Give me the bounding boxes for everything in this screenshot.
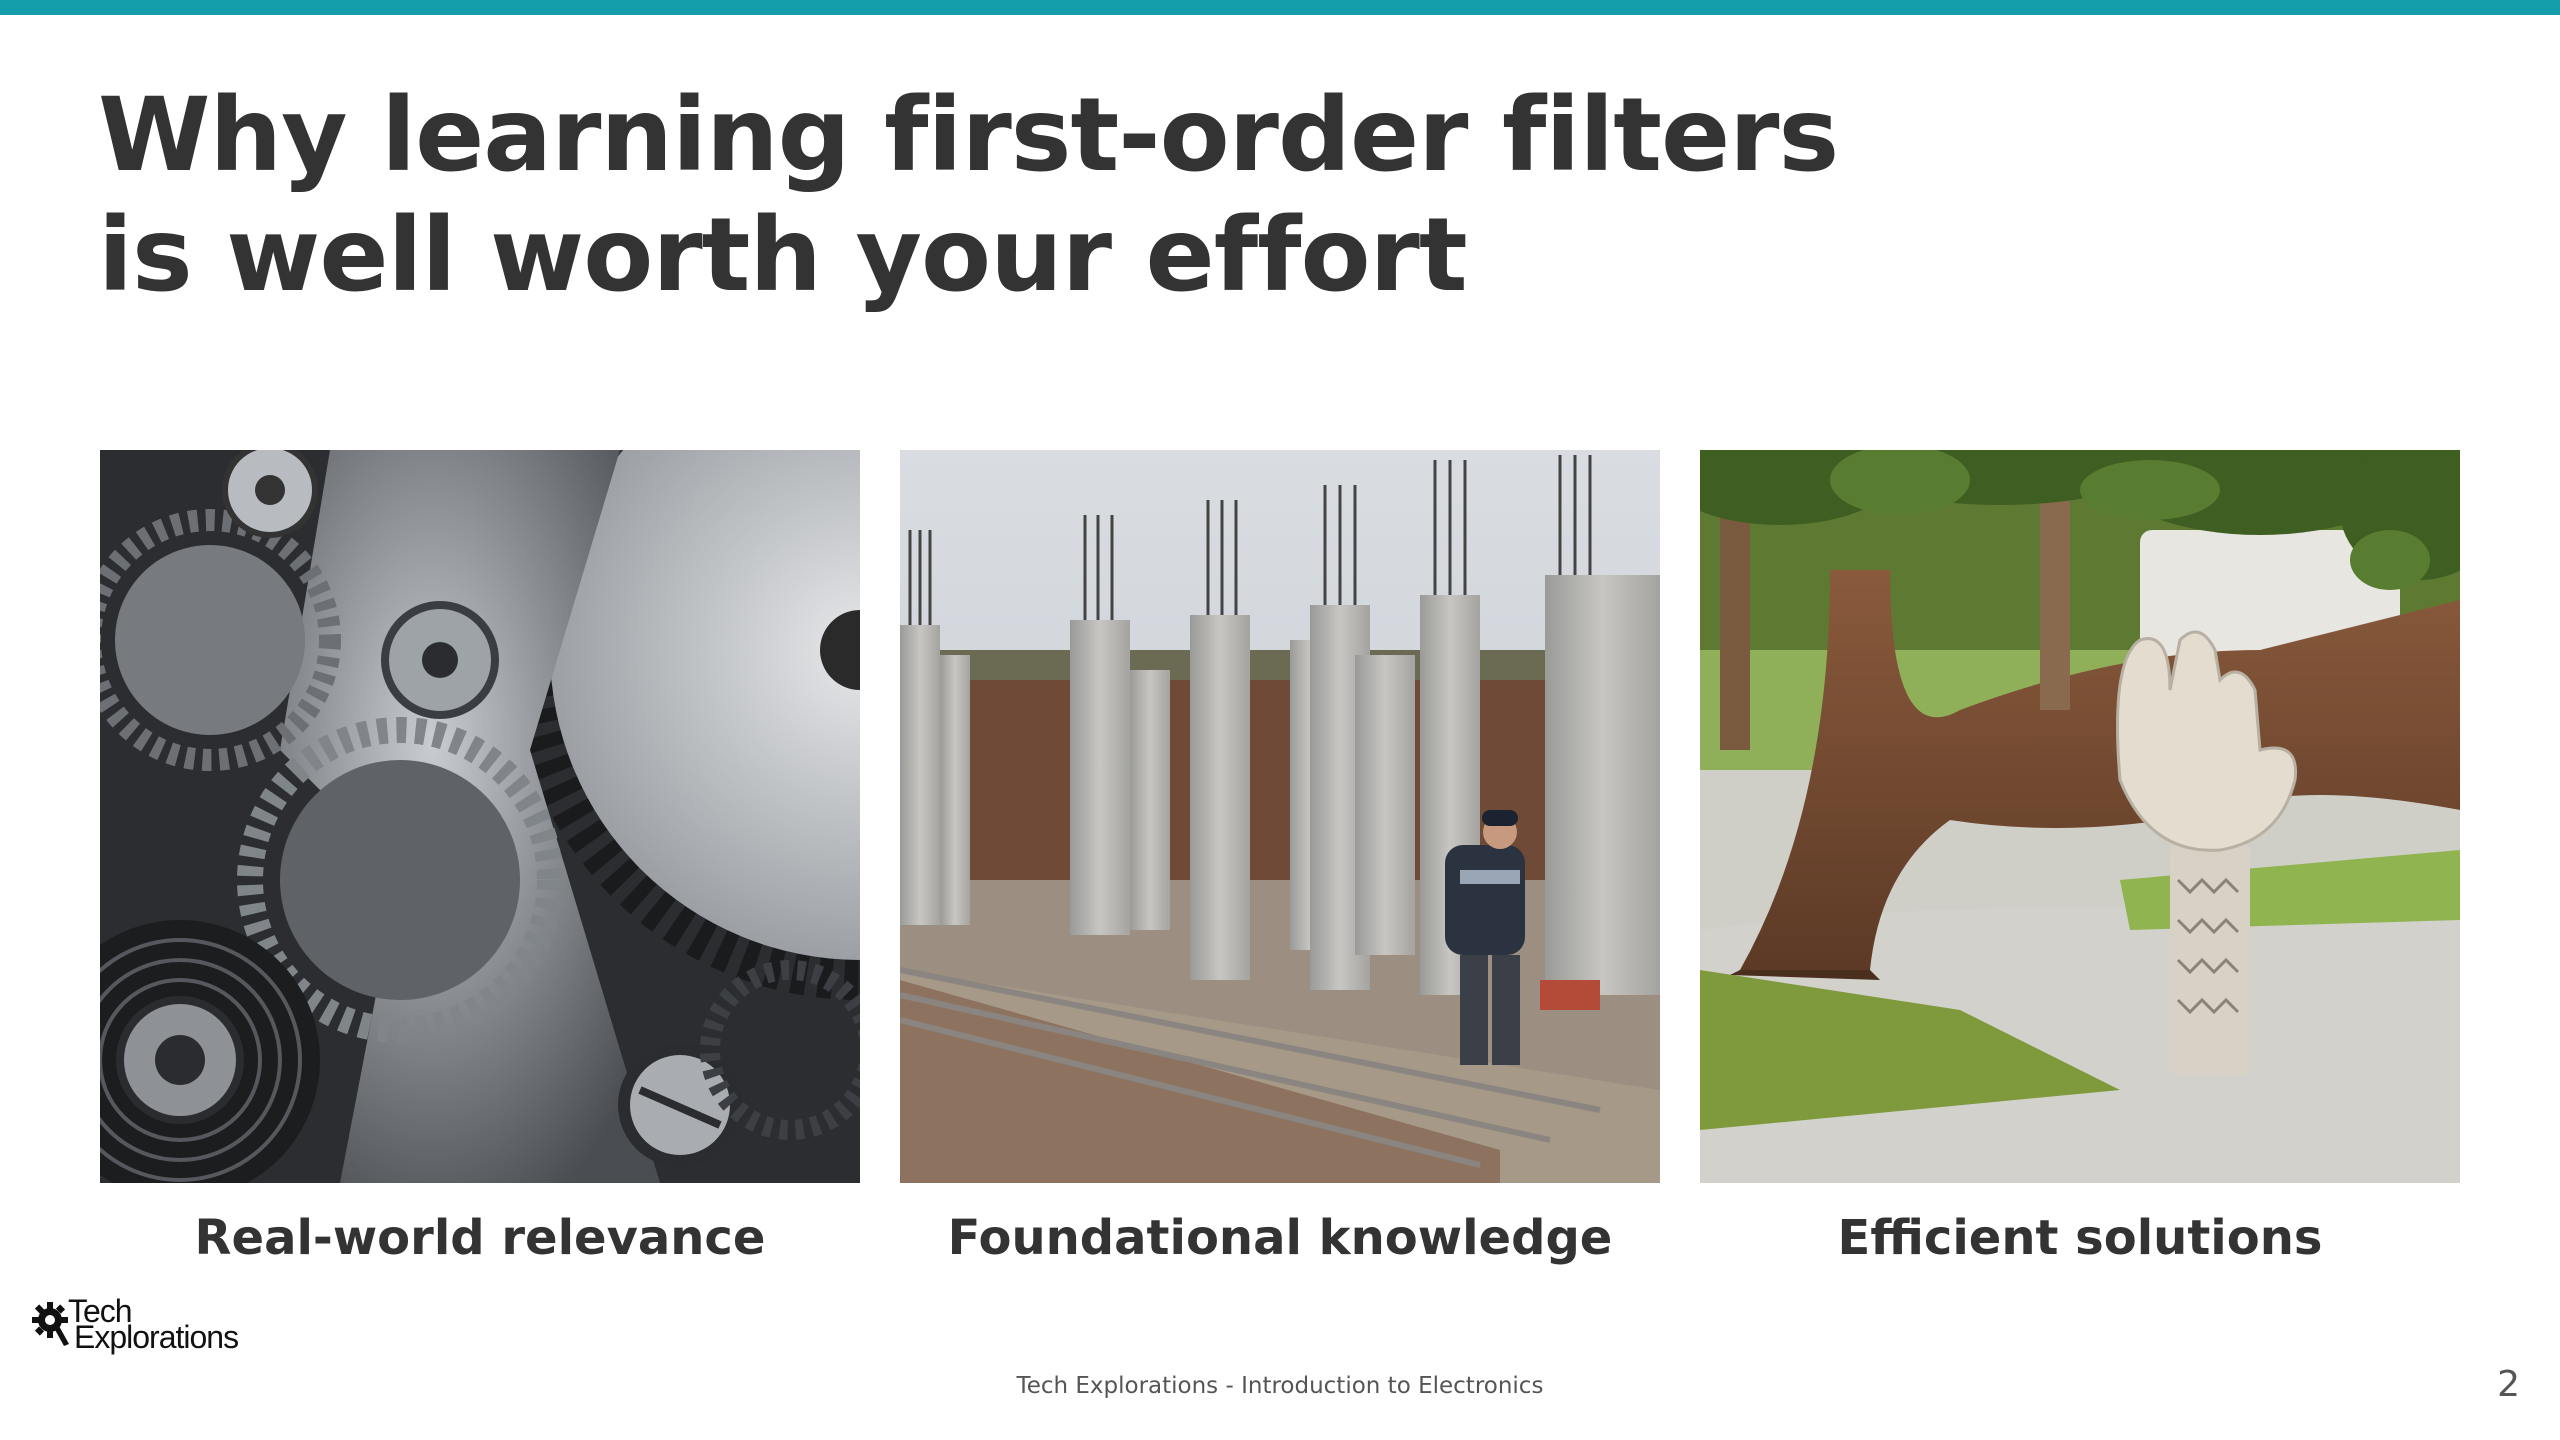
card-caption: Efficient solutions xyxy=(1837,1210,2323,1266)
slide-footer: Tech Explorations - Introduction to Elec… xyxy=(1016,1373,1544,1399)
slide-title-line-1: Why learning first-order filters xyxy=(98,76,1839,195)
concrete-pillars-construction-photo xyxy=(900,450,1660,1183)
carved-hand-supporting-tree-photo xyxy=(1700,450,2460,1183)
card-caption: Foundational knowledge xyxy=(947,1210,1613,1266)
gear-icon xyxy=(32,1302,69,1346)
slide-title: Why learning first-order filters is well… xyxy=(98,76,1839,316)
card-foundational-knowledge: Foundational knowledge xyxy=(900,450,1660,1266)
card-caption: Real-world relevance xyxy=(194,1210,766,1266)
page-number: 2 xyxy=(2497,1364,2520,1405)
logo-text-line-2: Explorations xyxy=(74,1319,239,1355)
metal-gears-photo xyxy=(100,450,860,1183)
tech-explorations-logo: Tech Explorations xyxy=(32,1295,262,1358)
card-efficient-solutions: Efficient solutions xyxy=(1700,450,2460,1266)
card-real-world-relevance: Real-world relevance xyxy=(100,450,860,1266)
top-accent-bar xyxy=(0,0,2560,15)
slide-title-line-2: is well worth your effort xyxy=(98,196,1468,315)
